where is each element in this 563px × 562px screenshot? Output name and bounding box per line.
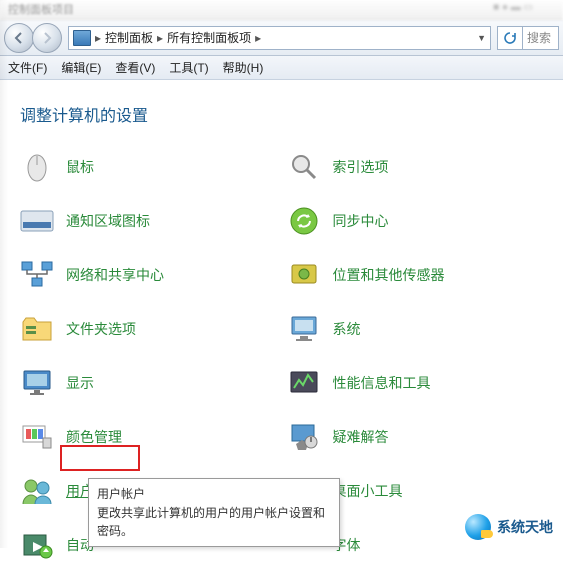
item-color[interactable]: 颜色管理: [20, 420, 277, 454]
menu-edit[interactable]: 编辑(E): [61, 59, 101, 76]
refresh-button[interactable]: [497, 26, 523, 50]
color-icon: [20, 420, 54, 454]
item-label: 性能信息和工具: [333, 373, 431, 393]
search-box[interactable]: 搜索: [523, 26, 559, 50]
menu-help[interactable]: 帮助(H): [223, 59, 264, 76]
display-icon: [20, 366, 54, 400]
refresh-icon: [503, 31, 517, 45]
location-icon: [287, 258, 321, 292]
computer-icon: [287, 312, 321, 346]
folder-icon: [20, 312, 54, 346]
window-right-blur: ■ ● ▬ ▭: [493, 2, 533, 13]
item-sensors[interactable]: 位置和其他传感器: [287, 258, 544, 292]
item-performance[interactable]: 性能信息和工具: [287, 366, 544, 400]
address-bar[interactable]: ▸ 控制面板 ▸ 所有控制面板项 ▸ ▼: [68, 26, 491, 50]
sync-icon: [287, 204, 321, 238]
troubleshoot-icon: [287, 420, 321, 454]
page-title: 调整计算机的设置: [20, 102, 543, 126]
item-indexing[interactable]: 索引选项: [287, 150, 544, 184]
item-label: 网络和共享中心: [66, 265, 164, 285]
item-label: 索引选项: [333, 157, 389, 177]
breadcrumb-sub[interactable]: 所有控制面板项: [167, 29, 251, 46]
address-dropdown-icon[interactable]: ▼: [477, 33, 486, 43]
navigation-bar: ▸ 控制面板 ▸ 所有控制面板项 ▸ ▼ 搜索: [0, 20, 563, 56]
breadcrumb-sep: ▸: [157, 31, 163, 45]
window-titlebar: 控制面板项目 ■ ● ▬ ▭: [0, 0, 563, 20]
breadcrumb-sep: ▸: [255, 31, 261, 45]
item-troubleshoot[interactable]: 疑难解答: [287, 420, 544, 454]
users-icon: [20, 474, 54, 508]
item-network[interactable]: 网络和共享中心: [20, 258, 277, 292]
arrow-right-icon: [41, 32, 53, 44]
item-label: 系统: [333, 319, 361, 339]
menu-view[interactable]: 查看(V): [115, 59, 155, 76]
item-mouse[interactable]: 鼠标: [20, 150, 277, 184]
menu-file[interactable]: 文件(F): [8, 59, 47, 76]
tooltip: 用户帐户 更改共享此计算机的用户的用户帐户设置和密码。: [88, 478, 340, 547]
control-panel-icon: [73, 30, 91, 46]
back-button[interactable]: [4, 23, 34, 53]
network-icon: [20, 258, 54, 292]
tooltip-body: 更改共享此计算机的用户的用户帐户设置和密码。: [97, 504, 331, 540]
item-system[interactable]: 系统: [287, 312, 544, 346]
item-label: 显示: [66, 373, 94, 393]
item-display[interactable]: 显示: [20, 366, 277, 400]
watermark-text: 系统天地: [497, 517, 553, 537]
item-label: 颜色管理: [66, 427, 122, 447]
item-sync[interactable]: 同步中心: [287, 204, 544, 238]
search-icon: [287, 150, 321, 184]
menu-bar: 文件(F) 编辑(E) 查看(V) 工具(T) 帮助(H): [0, 56, 563, 80]
breadcrumb-root[interactable]: 控制面板: [105, 29, 153, 46]
taskbar-icon: [20, 204, 54, 238]
menu-tools[interactable]: 工具(T): [169, 59, 208, 76]
forward-button[interactable]: [32, 23, 62, 53]
item-label: 疑难解答: [333, 427, 389, 447]
item-label: 文件夹选项: [66, 319, 136, 339]
tooltip-title: 用户帐户: [97, 485, 331, 503]
arrow-left-icon: [13, 32, 25, 44]
item-label: 通知区域图标: [66, 211, 150, 231]
performance-icon: [287, 366, 321, 400]
breadcrumb-sep: ▸: [95, 31, 101, 45]
watermark-logo-icon: [465, 514, 491, 540]
item-label: 同步中心: [333, 211, 389, 231]
item-folder-options[interactable]: 文件夹选项: [20, 312, 277, 346]
autoplay-icon: [20, 528, 54, 562]
watermark: 系统天地: [465, 514, 553, 540]
search-placeholder: 搜索: [527, 29, 551, 46]
mouse-icon: [20, 150, 54, 184]
item-label: 位置和其他传感器: [333, 265, 445, 285]
item-notification[interactable]: 通知区域图标: [20, 204, 277, 238]
window-title: 控制面板项目: [0, 2, 82, 18]
item-label: 桌面小工具: [333, 481, 403, 501]
item-label: 鼠标: [66, 157, 94, 177]
